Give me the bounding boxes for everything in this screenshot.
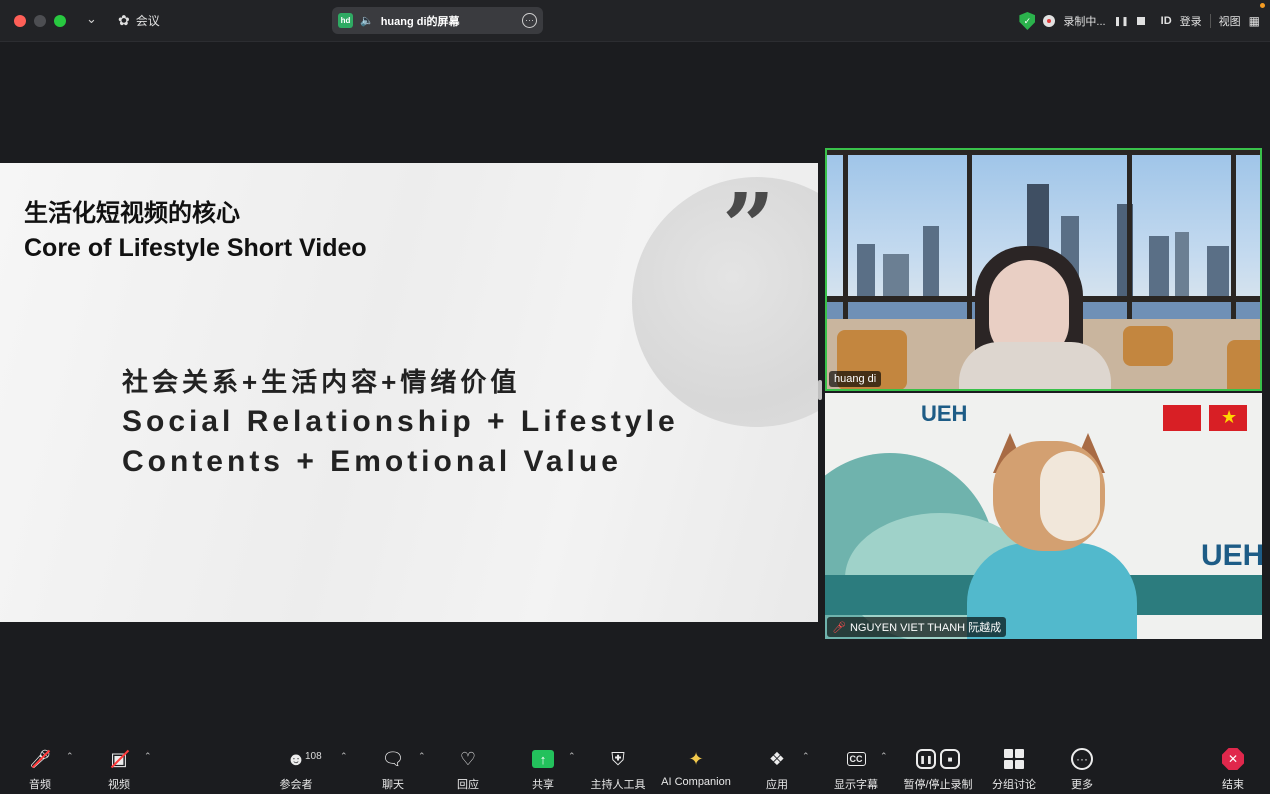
view-label[interactable]: 视图 [1219,13,1241,29]
window-frame [827,150,1260,155]
window-frame [843,150,848,330]
view-grid-icon[interactable]: ▦ [1249,14,1260,28]
audio-button[interactable]: 🎤︎ 音频 [0,740,80,794]
recording-icon [1043,15,1056,27]
more-dots-icon: ··· [1071,748,1093,770]
security-shield-icon[interactable]: ✓ [1019,12,1036,30]
pause-recording-icon[interactable]: ❚❚ [1114,16,1129,27]
chair [1227,340,1260,389]
share-arrow-icon: ↑ [532,750,554,768]
chevron-down-icon[interactable]: ⌄ [86,11,97,27]
chair [1123,326,1173,366]
fullscreen-window-button[interactable] [54,15,66,27]
ueh-logo: UEH [921,401,968,426]
video-options-caret[interactable]: ⌃ [144,751,152,762]
speaker-icon[interactable]: 🔈 [360,14,374,27]
stop-recording-icon[interactable] [1136,17,1145,25]
end-meeting-button[interactable]: ✕ 结束 [1193,740,1270,794]
captions-options-caret[interactable]: ⌃ [880,751,888,762]
login-link[interactable]: 登录 [1180,13,1202,29]
slide-body-cn: 社会关系+生活内容+情绪价值 [122,367,521,397]
window-frame [1127,150,1132,330]
shield-icon: ⛨ [611,748,625,769]
video-tile-nguyen-viet-thanh[interactable]: UEH UEH ★ 🎤︎ NGUYEN VIET THANH 阮越成 [825,393,1262,639]
chat-icon: 🗨︎ [381,748,405,769]
captions-button[interactable]: CC 显示字幕 [816,740,896,794]
participants-options-caret[interactable]: ⌃ [340,751,348,762]
audio-options-caret[interactable]: ⌃ [66,751,74,762]
heart-icon: ♡ [459,748,477,769]
meeting-toolbar: 🎤︎ 音频 ⌃ ▣ 视频 ⌃ ☻108 参会者 ⌃ 🗨︎ 聊天 ⌃ ♡ 回应 ↑… [0,740,1270,794]
participants-count: 108 [305,751,322,762]
pause-icon: ❚❚ [916,749,936,769]
participants-icon: ☻ 108 [286,748,322,769]
stop-icon: ■ [940,749,960,769]
building [883,254,909,296]
quote-icon: ” [722,173,775,281]
meeting-label: 会议 [135,14,160,28]
recording-status: 录制中... [1063,16,1106,28]
meeting-id-label[interactable]: ID [1161,15,1172,27]
resize-handle[interactable] [818,380,822,400]
chat-button[interactable]: 🗨︎ 聊天 [353,740,433,794]
ai-companion-button[interactable]: ✦ AI Companion [656,740,736,794]
slide-title-cn: 生活化短视频的核心 [24,200,240,227]
party-flag [1163,405,1201,431]
window-frame [1231,150,1236,330]
recording-control-button[interactable]: ❚❚ ■ 暂停/停止录制 [898,740,978,794]
share-title: huang di的屏幕 [380,15,460,28]
close-window-button[interactable] [14,15,26,27]
meeting-icon: ✿ [118,12,130,28]
building [1149,236,1169,296]
vietnam-flag: ★ [1209,405,1247,431]
building [1175,232,1189,296]
more-button[interactable]: ··· 更多 [1042,740,1122,794]
host-tools-button[interactable]: ⛨ 主持人工具 [578,740,658,794]
reactions-button[interactable]: ♡ 回应 [428,740,508,794]
titlebar-right: ✓ 录制中... ❚❚ ID 登录 视图 ▦ [1019,10,1260,32]
camera-icon: ▣ [106,746,132,772]
mic-muted-icon: 🎤︎ [832,621,846,634]
participant-name-label: huang di [829,371,882,387]
presenter-avatar: hd [338,13,353,28]
video-button[interactable]: ▣ 视频 [79,740,159,794]
muted-slash [110,749,130,769]
sparkle-icon: ✦ [688,748,704,769]
captions-icon: CC [843,746,869,772]
title-bar: ⌄ ✿ 会议 hd 🔈 huang di的屏幕 ··· ✓ 录制中... ❚❚ … [0,0,1270,42]
window-frame [967,150,972,330]
chat-options-caret[interactable]: ⌃ [418,751,426,762]
minimize-window-button[interactable] [34,15,46,27]
participant-body [959,342,1111,389]
participants-button[interactable]: ☻ 108 参会者 [256,740,336,794]
muted-slash [31,749,51,769]
ueh-logo: UEH [1201,539,1262,572]
avatar-face-patch [1040,451,1100,541]
meeting-menu[interactable]: ✿ 会议 [118,12,160,29]
star-icon: ★ [1221,407,1238,427]
screen-share-indicator[interactable]: hd 🔈 huang di的屏幕 ··· [332,7,543,34]
apps-icon: ❖ [768,748,786,769]
slide-title-en: Core of Lifestyle Short Video [24,234,367,262]
share-button[interactable]: ↑ 共享 [503,740,583,794]
shared-screen: ” 生活化短视频的核心 Core of Lifestyle Short Vide… [0,163,818,622]
separator [1209,14,1211,28]
apps-button[interactable]: ❖ 应用 [737,740,817,794]
building [857,244,875,296]
building [923,226,939,296]
notification-dot [1260,3,1265,8]
building [1207,246,1229,296]
end-icon: ✕ [1222,748,1244,770]
video-tile-huang-di[interactable]: huang di [825,148,1262,391]
share-options-caret[interactable]: ⌃ [568,751,576,762]
more-options-icon[interactable]: ··· [522,13,537,28]
microphone-icon: 🎤︎ [27,746,53,772]
participant-name-label: 🎤︎ NGUYEN VIET THANH 阮越成 [827,617,1007,637]
slide-body-en: Social Relationship + Lifestyle Contents… [122,405,679,478]
apps-options-caret[interactable]: ⌃ [802,751,810,762]
breakout-grid-icon [1004,749,1024,769]
